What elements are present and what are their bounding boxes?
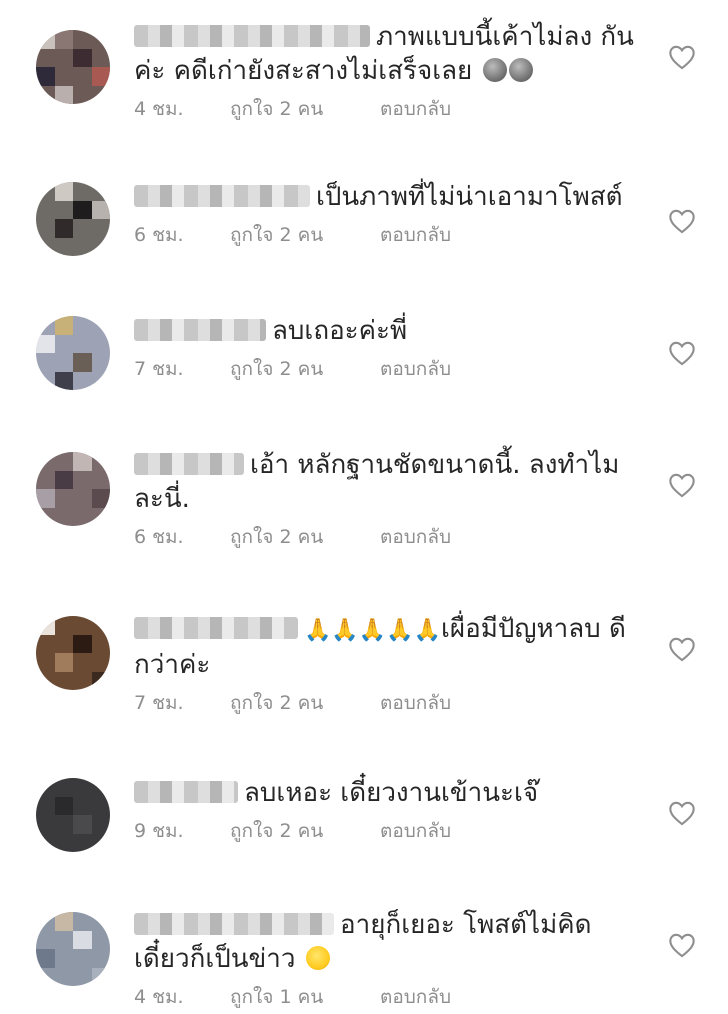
comment-time: 6 ชม.: [134, 526, 184, 548]
reply-button[interactable]: ตอบกลับ: [380, 524, 451, 550]
comment-meta: 6 ชม. ถูกใจ 2 คน ตอบกลับ: [134, 524, 654, 550]
comment-time: 7 ชม.: [134, 692, 184, 714]
moon-face-icon: [508, 58, 533, 82]
avatar[interactable]: [36, 912, 110, 986]
username-blurred[interactable]: [134, 185, 310, 207]
username-blurred[interactable]: [134, 913, 334, 935]
comment-body: เอ้า หลักฐานชัดขนาดนี้. ลงทำไม ละนี่. 6 …: [134, 448, 654, 550]
comment-body: อายุก็เยอะ โพสต์ไม่คิด เดี๋ยวก็เป็นข่าว …: [134, 908, 654, 1010]
avatar[interactable]: [36, 316, 110, 390]
username-blurred[interactable]: [134, 617, 298, 639]
like-heart-icon[interactable]: [668, 340, 696, 366]
comment-meta: 7 ชม. ถูกใจ 2 คน ตอบกลับ: [134, 356, 654, 382]
grinning-face-icon: [305, 946, 330, 970]
likes-count[interactable]: ถูกใจ 2 คน: [230, 524, 380, 550]
comment-body: 🙏🙏🙏🙏🙏เผื่อมีปัญหาลบ ดีกว่าค่ะ 7 ชม. ถูกใจ…: [134, 612, 654, 716]
comment-time: 4 ชม.: [134, 98, 184, 120]
comment-text: เอ้า หลักฐานชัดขนาดนี้. ลงทำไม ละนี่.: [134, 450, 620, 514]
username-blurred[interactable]: [134, 453, 244, 475]
like-heart-icon[interactable]: [668, 472, 696, 498]
reply-button[interactable]: ตอบกลับ: [380, 96, 451, 122]
reply-button[interactable]: ตอบกลับ: [380, 690, 451, 716]
likes-count[interactable]: ถูกใจ 2 คน: [230, 222, 380, 248]
likes-count[interactable]: ถูกใจ 2 คน: [230, 96, 380, 122]
likes-count[interactable]: ถูกใจ 2 คน: [230, 690, 380, 716]
likes-count[interactable]: ถูกใจ 1 คน: [230, 984, 380, 1010]
comment-text: ลบเถอะค่ะพี่: [134, 314, 654, 348]
like-heart-icon[interactable]: [668, 636, 696, 662]
comment-meta: 4 ชม. ถูกใจ 2 คน ตอบกลับ: [134, 96, 654, 122]
like-heart-icon[interactable]: [668, 800, 696, 826]
like-heart-icon[interactable]: [668, 932, 696, 958]
like-heart-icon[interactable]: [668, 208, 696, 234]
comment-text: เป็นภาพที่ไม่น่าเอามาโพสต์: [134, 180, 654, 214]
reply-button[interactable]: ตอบกลับ: [380, 222, 451, 248]
comment-body: ภาพแบบนี้เค้าไม่ลง กันค่ะ คดีเก่ายังสะสา…: [134, 20, 654, 122]
avatar[interactable]: [36, 452, 110, 526]
comment-meta: 7 ชม. ถูกใจ 2 คน ตอบกลับ: [134, 690, 654, 716]
comment-body: ลบเหอะ เดี๋ยวงานเข้านะเจ๊ 9 ชม. ถูกใจ 2 ค…: [134, 776, 654, 844]
comment-time: 6 ชม.: [134, 224, 184, 246]
likes-count[interactable]: ถูกใจ 2 คน: [230, 818, 380, 844]
comment-text: 🙏🙏🙏🙏🙏เผื่อมีปัญหาลบ ดีกว่าค่ะ: [134, 614, 626, 680]
comment-meta: 9 ชม. ถูกใจ 2 คน ตอบกลับ: [134, 818, 654, 844]
comment-meta: 4 ชม. ถูกใจ 1 คน ตอบกลับ: [134, 984, 654, 1010]
comment-time: 7 ชม.: [134, 358, 184, 380]
avatar[interactable]: [36, 182, 110, 256]
comment-body: ลบเถอะค่ะพี่ 7 ชม. ถูกใจ 2 คน ตอบกลับ: [134, 314, 654, 382]
like-heart-icon[interactable]: [668, 44, 696, 70]
moon-face-icon: [482, 58, 507, 82]
username-blurred[interactable]: [134, 319, 266, 341]
comment-text: อายุก็เยอะ โพสต์ไม่คิด เดี๋ยวก็เป็นข่าว: [134, 910, 592, 974]
comment-text: ภาพแบบนี้เค้าไม่ลง กันค่ะ คดีเก่ายังสะสา…: [134, 22, 634, 86]
folded-hands-icon: 🙏🙏🙏🙏🙏: [304, 618, 441, 643]
comment-time: 9 ชม.: [134, 820, 184, 842]
reply-button[interactable]: ตอบกลับ: [380, 984, 451, 1010]
avatar[interactable]: [36, 30, 110, 104]
comment-text: ลบเหอะ เดี๋ยวงานเข้านะเจ๊: [134, 776, 654, 810]
comment-time: 4 ชม.: [134, 986, 184, 1008]
comment-meta: 6 ชม. ถูกใจ 2 คน ตอบกลับ: [134, 222, 654, 248]
avatar[interactable]: [36, 778, 110, 852]
comment-body: เป็นภาพที่ไม่น่าเอามาโพสต์ 6 ชม. ถูกใจ 2 …: [134, 180, 654, 248]
username-blurred[interactable]: [134, 25, 370, 47]
reply-button[interactable]: ตอบกลับ: [380, 356, 451, 382]
reply-button[interactable]: ตอบกลับ: [380, 818, 451, 844]
avatar[interactable]: [36, 616, 110, 690]
username-blurred[interactable]: [134, 781, 238, 803]
likes-count[interactable]: ถูกใจ 2 คน: [230, 356, 380, 382]
